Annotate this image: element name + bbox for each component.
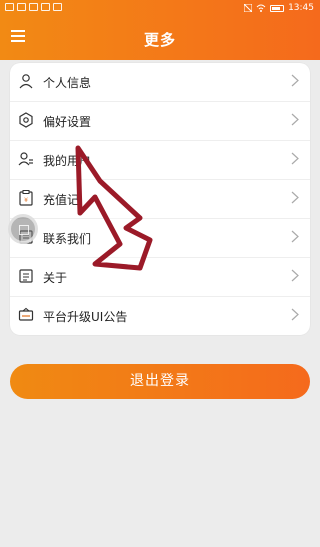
menu-item-about[interactable]: 关于 [10, 258, 310, 297]
signal-icon [17, 3, 26, 11]
menu-item-label: 平台升级UI公告 [43, 310, 128, 324]
svg-text:¥: ¥ [24, 197, 28, 204]
chevron-right-icon [291, 74, 299, 87]
wifi-status-icon [256, 4, 266, 12]
chevron-right-icon [291, 269, 299, 282]
menu-item-label: 联系我们 [43, 232, 92, 246]
mute-icon [244, 4, 253, 12]
logout-button[interactable]: 退出登录 [10, 364, 310, 399]
person-icon [19, 74, 33, 89]
status-time: 13:45 [288, 3, 314, 13]
page-title: 更多 [143, 31, 176, 49]
recharge-icon: ¥ [19, 190, 33, 206]
chevron-right-icon [291, 113, 299, 126]
menu-item-personal-info[interactable]: 个人信息 [10, 63, 310, 102]
sim-icon [5, 3, 14, 11]
menu-item-label: 个人信息 [43, 76, 92, 90]
status-bar: 13:45 [0, 0, 320, 18]
announcement-icon [18, 307, 34, 321]
header-bar: 更多 [0, 18, 320, 60]
chevron-right-icon [291, 191, 299, 204]
wifi-icon [29, 3, 38, 11]
menu-item-my-users[interactable]: 我的用户 [10, 141, 310, 180]
menu-item-platform-upgrade-notice[interactable]: 平台升级UI公告 [10, 297, 310, 336]
menu-item-label: 偏好设置 [43, 115, 92, 129]
video-icon [41, 3, 50, 11]
touch-indicator [8, 214, 38, 244]
menu-item-label: 关于 [43, 271, 68, 285]
menu-item-label: 我的用户 [43, 154, 92, 168]
users-icon [18, 152, 33, 166]
about-icon [19, 269, 33, 283]
battery-icon [270, 4, 285, 12]
menu-item-recharge-records[interactable]: ¥ 充值记 [10, 180, 310, 219]
menu-item-contact-us[interactable]: 联系我们 [10, 219, 310, 258]
settings-icon [19, 112, 33, 128]
chevron-right-icon [291, 230, 299, 243]
status-left-icons [5, 3, 62, 11]
menu-item-label: 充值记 [43, 193, 80, 207]
message-icon [53, 3, 62, 11]
status-right-icons: 13:45 [244, 3, 314, 13]
chevron-right-icon [291, 308, 299, 321]
menu-card: 个人信息 偏好设置 我的用户 ¥ 充值记 联系我们 关于 平台升级UI公告 [10, 63, 310, 335]
menu-item-preferences[interactable]: 偏好设置 [10, 102, 310, 141]
chevron-right-icon [291, 152, 299, 165]
